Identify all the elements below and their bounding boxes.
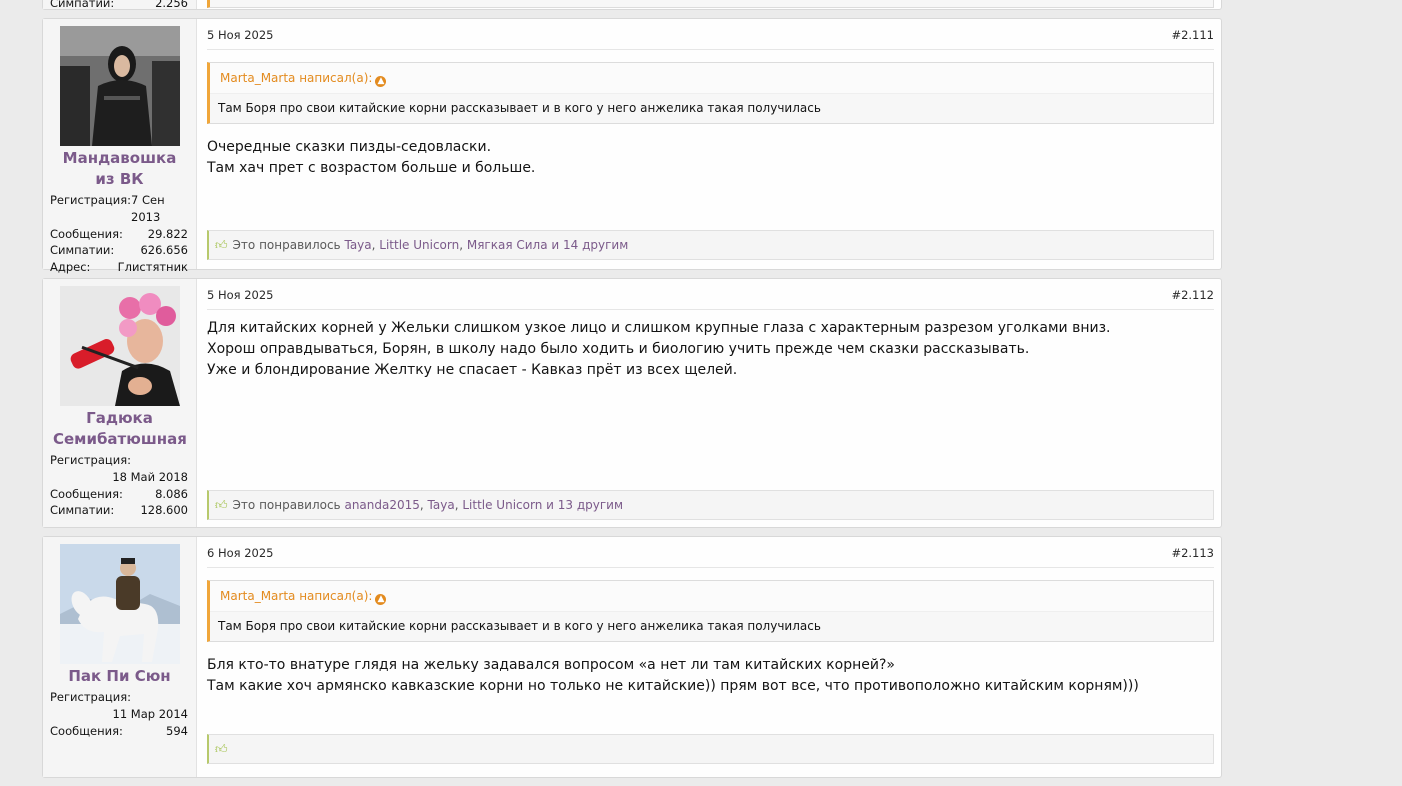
stat-registration: Регистрация: 7 Сен 2013 xyxy=(50,192,188,226)
likes-prefix: Это понравилось xyxy=(232,498,341,512)
stat-likes: Симпатии: 626.656 xyxy=(50,242,188,259)
message-line: Для китайских корней у Жельки слишком уз… xyxy=(207,320,1111,336)
stat-value: 7 Сен 2013 xyxy=(131,193,165,224)
stat-value[interactable]: Глистятник xyxy=(118,259,188,276)
stat-key: Симпатии: xyxy=(50,503,115,518)
thumbs-up-icon: 👍︎ xyxy=(215,238,228,252)
quote-fragment xyxy=(207,0,1214,8)
message-line: Бля кто-то внатуре глядя на жельку задав… xyxy=(207,657,895,673)
post: Гадюка Семибатюшная Регистрация: 18 Май … xyxy=(42,278,1222,528)
thumbs-up-icon: 👍︎ xyxy=(215,498,228,512)
quote-text: Там Боря про свои китайские корни расска… xyxy=(218,101,821,115)
stat-key: Симпатии: xyxy=(50,0,115,10)
quote-header: Marta_Marta написал(а): ▲ xyxy=(210,581,1213,612)
post-date[interactable]: 5 Ноя 2025 xyxy=(207,288,274,302)
thumbs-up-icon: 👍︎ xyxy=(215,742,228,756)
stat-location: Адрес: Глистятник xyxy=(50,259,188,276)
stat-key: Сообщения: xyxy=(50,226,123,241)
user-info: Мандавошка из ВК Регистрация: 7 Сен 2013… xyxy=(43,19,197,274)
liker-link[interactable]: Little Unicorn xyxy=(379,238,459,252)
user-info: Гадюка Семибатюшная Регистрация: 18 Май … xyxy=(43,279,197,527)
stat-likes: Симпатии: 128.600 xyxy=(50,502,188,519)
stat-value[interactable]: 594 xyxy=(166,723,188,740)
stat-key: Симпатии: xyxy=(50,243,115,258)
quote-text: Там Боря про свои китайские корни расска… xyxy=(218,619,821,633)
likes-bar: 👍︎ Это понравилось Taya, Little Unicorn, … xyxy=(207,230,1214,260)
stat-key: Сообщения: xyxy=(50,723,123,738)
stat-value[interactable]: 29.822 xyxy=(148,226,188,243)
stat-value: 626.656 xyxy=(140,243,188,258)
stat-key: Регистрация: xyxy=(50,690,131,704)
username[interactable]: Мандавошка из ВК xyxy=(43,148,196,190)
message-body: Для китайских корней у Жельки слишком уз… xyxy=(207,310,1214,381)
post-number[interactable]: #2.113 xyxy=(1171,546,1214,560)
stat-value[interactable]: 8.086 xyxy=(155,486,188,503)
likes-others-link[interactable]: и 14 другим xyxy=(551,238,628,252)
stat-messages: Сообщения: 8.086 xyxy=(50,486,188,503)
thread: Симпатии: 2.256 Мандавошка из ВК Регистр… xyxy=(42,0,1222,786)
avatar[interactable] xyxy=(59,544,180,664)
post-number[interactable]: #2.112 xyxy=(1171,288,1214,302)
post-header: 5 Ноя 2025 #2.111 xyxy=(207,21,1214,50)
avatar[interactable] xyxy=(59,26,180,146)
post-header: 5 Ноя 2025 #2.112 xyxy=(207,281,1214,310)
username[interactable]: Гадюка Семибатюшная xyxy=(43,408,196,450)
message-line: Хорош оправдываться, Борян, в школу надо… xyxy=(207,341,1030,357)
quote-author[interactable]: Marta_Marta написал(а): xyxy=(220,71,372,85)
arrow-up-icon[interactable]: ▲ xyxy=(375,594,387,605)
stat-value: 128.600 xyxy=(140,503,188,518)
liker-link[interactable]: ananda2015 xyxy=(344,498,419,512)
user-info: Пак Пи Сюн Регистрация: 11 Мар 2014 Сооб… xyxy=(43,537,197,777)
stat-likes: Симпатии: 2.256 xyxy=(50,0,188,12)
message-body: Бля кто-то внатуре глядя на жельку задав… xyxy=(207,642,1214,697)
username[interactable]: Пак Пи Сюн xyxy=(43,666,196,687)
message-line: Там какие хоч армянско кавказские корни … xyxy=(207,678,1139,694)
message-line: Там хач прет с возрастом больше и больше… xyxy=(207,160,536,176)
stat-value: 2.256 xyxy=(155,0,188,10)
stat-messages: Сообщения: 29.822 xyxy=(50,226,188,243)
user-info: Симпатии: 2.256 xyxy=(43,0,197,12)
stat-key: Адрес: xyxy=(50,260,91,275)
quote-block: Marta_Marta написал(а): ▲ Там Боря про св… xyxy=(207,580,1214,642)
liker-link[interactable]: Мягкая Сила xyxy=(467,238,548,252)
liker-link[interactable]: Little Unicorn xyxy=(462,498,542,512)
post-date[interactable]: 5 Ноя 2025 xyxy=(207,28,274,42)
message-body: Очередные сказки пизды-седовласки. Там х… xyxy=(207,124,1214,179)
liker-link[interactable]: Taya xyxy=(428,498,455,512)
stat-key: Регистрация: xyxy=(50,453,131,467)
quote-author[interactable]: Marta_Marta написал(а): xyxy=(220,589,372,603)
previous-post-fragment: Симпатии: 2.256 xyxy=(42,0,1222,10)
quote-header: Marta_Marta написал(а): ▲ xyxy=(210,63,1213,94)
liker-link[interactable]: Taya xyxy=(344,238,371,252)
stat-messages: Сообщения: 594 xyxy=(50,723,188,740)
post-number[interactable]: #2.111 xyxy=(1171,28,1214,42)
quote-block: Marta_Marta написал(а): ▲ Там Боря про св… xyxy=(207,62,1214,124)
likes-others-link[interactable]: и 13 другим xyxy=(546,498,623,512)
likes-bar: 👍︎ Это понравилось ananda2015, Taya, Litt… xyxy=(207,490,1214,520)
avatar[interactable] xyxy=(59,286,180,406)
stat-key: Регистрация: xyxy=(50,193,131,207)
message-line: Уже и блондирование Желтку не спасает - … xyxy=(207,362,738,378)
message-line: Очередные сказки пизды-седовласки. xyxy=(207,139,492,155)
arrow-up-icon[interactable]: ▲ xyxy=(375,76,387,87)
post-header: 6 Ноя 2025 #2.113 xyxy=(207,539,1214,568)
post: Мандавошка из ВК Регистрация: 7 Сен 2013… xyxy=(42,18,1222,274)
stat-key: Сообщения: xyxy=(50,486,123,501)
stat-registration: Регистрация: 18 Май 2018 xyxy=(50,452,188,486)
stat-value: 11 Мар 2014 xyxy=(112,706,188,721)
stat-value: 18 Май 2018 xyxy=(112,469,188,484)
post-date[interactable]: 6 Ноя 2025 xyxy=(207,546,274,560)
stat-registration: Регистрация: 11 Мар 2014 xyxy=(50,689,188,723)
likes-prefix: Это понравилось xyxy=(232,238,341,252)
likes-bar: 👍︎ xyxy=(207,734,1214,764)
post: Пак Пи Сюн Регистрация: 11 Мар 2014 Сооб… xyxy=(42,536,1222,778)
